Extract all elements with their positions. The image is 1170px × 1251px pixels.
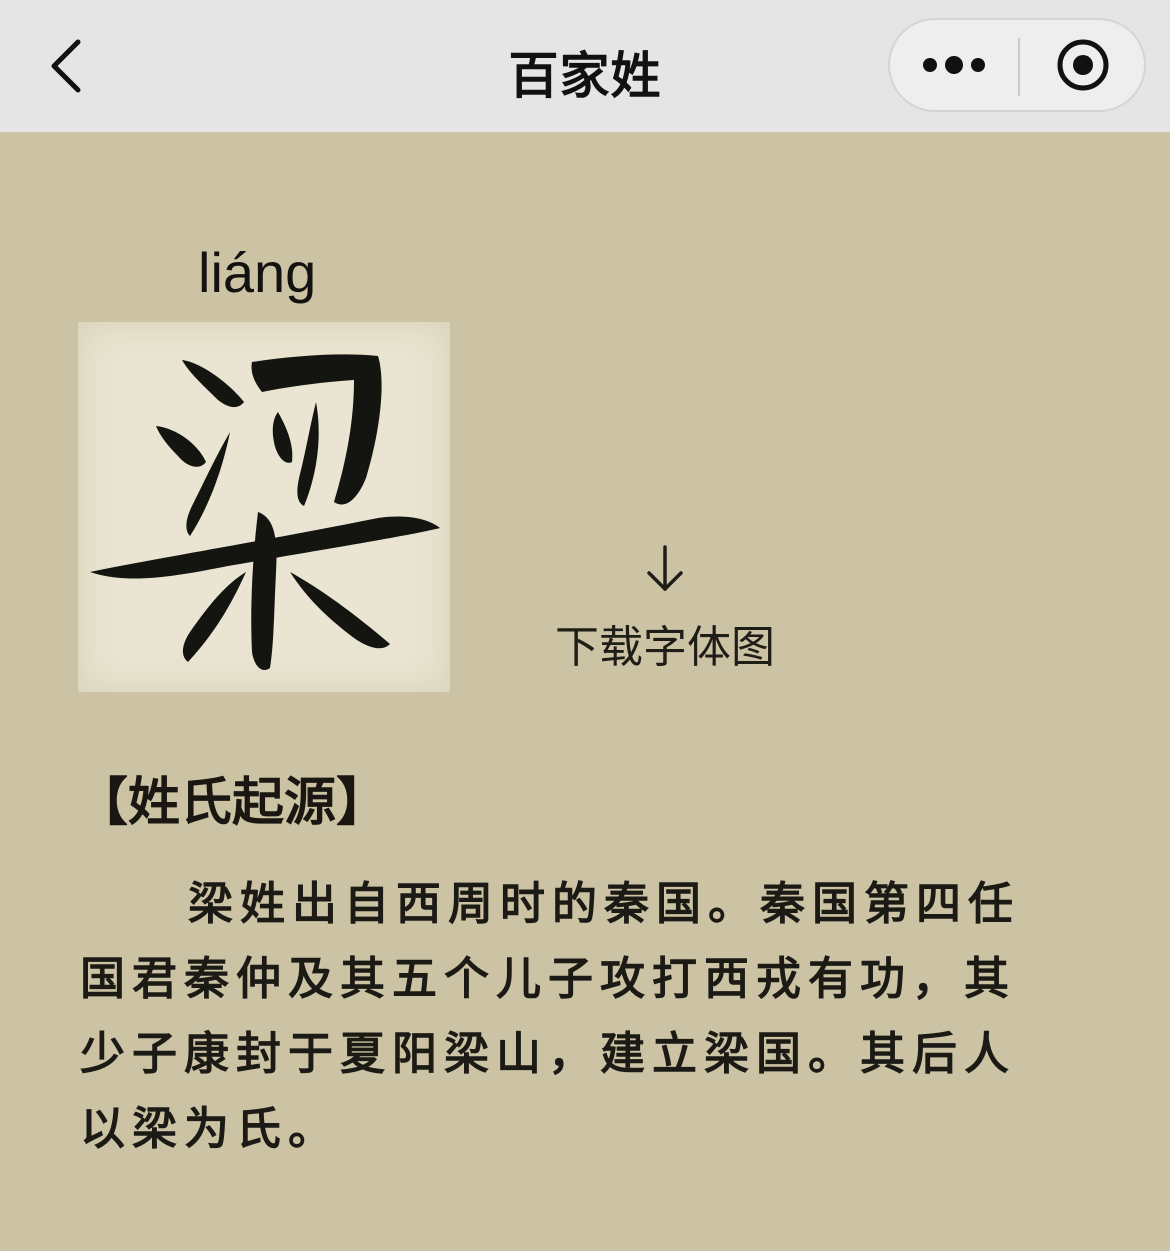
more-dots-icon [923,56,985,74]
more-button[interactable] [890,20,1018,110]
calligraphy-character-image [78,322,450,692]
origin-section-title: 【姓氏起源】 [76,773,389,833]
arrow-down-icon [647,545,683,591]
origin-text: 梁姓出自西周时的秦国。秦国第四任国君秦仲及其五个儿子攻打西戎有功，其少子康封于夏… [80,877,1021,1155]
download-label: 下载字体图 [555,622,775,673]
target-close-icon [1057,39,1109,91]
mini-program-capsule [888,18,1146,112]
navigation-bar: 百家姓 [0,0,1170,132]
calligraphy-glyph [90,354,440,671]
download-font-image-button[interactable]: 下载字体图 [520,545,810,695]
close-button[interactable] [1020,20,1146,110]
surname-pinyin: liáng [198,241,317,304]
